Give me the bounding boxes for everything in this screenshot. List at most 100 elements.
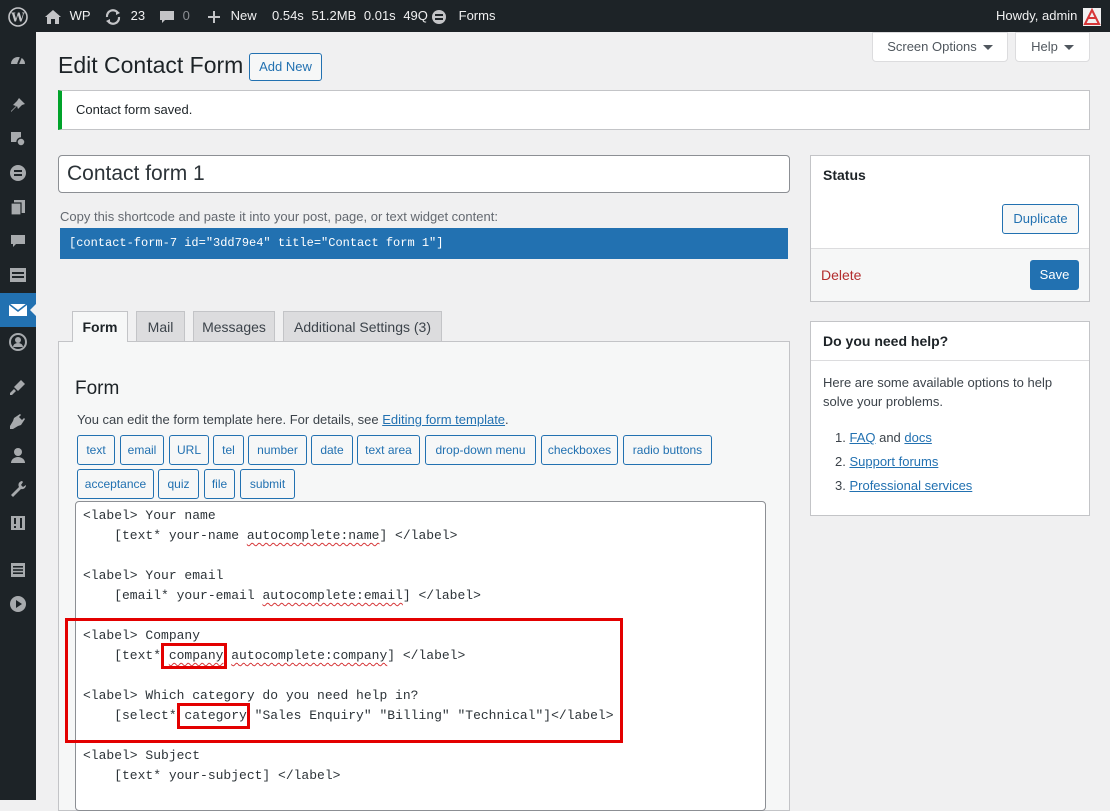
help-item-3: 3. Professional services	[835, 474, 972, 498]
help-label: Help	[1031, 39, 1058, 54]
profile-icon[interactable]	[0, 325, 36, 359]
screen-options-button[interactable]: Screen Options	[872, 32, 1008, 62]
editor-line: <label> Subject	[83, 748, 200, 763]
code-text: autocomplete:email	[262, 588, 403, 603]
annotation-box-company	[161, 643, 227, 669]
forms-menu-icon[interactable]	[0, 156, 36, 190]
tag-button-url[interactable]: URL	[169, 435, 209, 465]
tab-connector	[73, 340, 127, 343]
list-number: 3.	[835, 478, 846, 493]
code-text: [text* your-name	[83, 528, 247, 543]
professional-services-link[interactable]: Professional services	[849, 478, 972, 493]
form-heading: Form	[75, 378, 120, 399]
form-title-input[interactable]: Contact form 1	[58, 155, 790, 193]
help-heading: Do you need help?	[823, 333, 949, 349]
svg-text:W: W	[10, 10, 25, 24]
support-forums-link[interactable]: Support forums	[849, 454, 938, 469]
tab-form[interactable]: Form	[72, 311, 128, 343]
posts-icon[interactable]	[0, 88, 36, 122]
site-name: WP	[69, 8, 91, 23]
status-heading: Status	[823, 167, 866, 183]
docs-link[interactable]: docs	[904, 430, 931, 445]
tag-button-number[interactable]: number	[248, 435, 307, 465]
list-icon[interactable]	[0, 553, 36, 587]
editing-form-template-link[interactable]: Editing form template	[382, 412, 505, 427]
contact-icon[interactable]	[0, 293, 37, 327]
tag-button-acceptance[interactable]: acceptance	[77, 469, 154, 499]
comments-link[interactable]: 0	[159, 0, 190, 32]
help-button[interactable]: Help	[1015, 32, 1090, 62]
tools-icon[interactable]	[0, 472, 36, 506]
tag-button-textarea[interactable]: text area	[357, 435, 420, 465]
save-button[interactable]: Save	[1030, 260, 1079, 290]
tag-button-checkboxes[interactable]: checkboxes	[541, 435, 618, 465]
duplicate-button[interactable]: Duplicate	[1002, 204, 1079, 234]
form-description: You can edit the form template here. For…	[77, 412, 509, 427]
perf-query-time: 0.01s	[363, 8, 396, 23]
and-text: and	[875, 430, 905, 445]
tag-button-email[interactable]: email	[120, 435, 164, 465]
add-new-button[interactable]: Add New	[249, 53, 322, 81]
pages-icon[interactable]	[0, 190, 36, 224]
play-icon[interactable]	[0, 587, 36, 621]
updates-count: 23	[130, 8, 146, 23]
tag-button-submit[interactable]: submit	[240, 469, 295, 499]
settings-icon[interactable]	[0, 506, 36, 540]
editor-line: [email* your-email autocomplete:email] <…	[83, 588, 481, 603]
code-text: [text* your-subject] </label>	[83, 768, 341, 783]
appearance-icon[interactable]	[0, 370, 36, 404]
plugins-icon[interactable]	[0, 404, 36, 438]
query-monitor-link[interactable]: 0.54s 51.2MB 0.01s 49Q	[272, 0, 428, 32]
updates-link[interactable]: 23	[103, 0, 145, 32]
layout-icon[interactable]	[0, 258, 36, 292]
wordpress-logo-icon[interactable]: W	[8, 0, 28, 32]
comments-icon[interactable]	[0, 224, 36, 258]
tab-messages[interactable]: Messages	[193, 311, 275, 342]
new-content-link[interactable]: New	[207, 0, 257, 32]
tab-mail[interactable]: Mail	[136, 311, 185, 342]
status-actions: Delete Save	[811, 248, 1089, 301]
description-text: You can edit the form template here. For…	[77, 412, 383, 427]
help-list: 1. FAQ and docs 2. Support forums 3. Pro…	[835, 426, 972, 498]
help-divider	[811, 360, 1089, 361]
users-icon[interactable]	[0, 438, 36, 472]
editor-line: [text* your-subject] </label>	[83, 768, 340, 783]
description-suffix: .	[505, 412, 509, 427]
code-text: <label> Your email	[83, 568, 224, 583]
shortcode-field[interactable]: [contact-form-7 id="3dd79e4" title="Cont…	[60, 228, 788, 259]
tag-button-quiz[interactable]: quiz	[158, 469, 199, 499]
refresh-icon	[105, 8, 121, 25]
editor-line: <label> Your email	[83, 568, 223, 583]
perf-time: 0.54s	[272, 8, 304, 23]
faq-link[interactable]: FAQ	[849, 430, 875, 445]
code-text: <label> Subject	[83, 748, 201, 763]
code-text: [email* your-email	[83, 588, 263, 603]
site-name-link[interactable]: WP	[44, 0, 91, 32]
tab-additional-settings[interactable]: Additional Settings (3)	[283, 311, 442, 342]
tag-button-file[interactable]: file	[204, 469, 235, 499]
tag-button-tel[interactable]: tel	[213, 435, 244, 465]
success-notice: Contact form saved.	[58, 90, 1090, 130]
code-text: autocomplete:name	[246, 528, 380, 543]
help-box: Do you need help? Here are some availabl…	[810, 321, 1090, 516]
annotation-box	[65, 618, 623, 743]
page-title: Edit Contact Form	[58, 52, 244, 78]
tag-button-text[interactable]: text	[77, 435, 115, 465]
caret-down-icon	[982, 45, 993, 51]
tag-button-dropdown[interactable]: drop-down menu	[425, 435, 536, 465]
help-intro: Here are some available options to help …	[823, 375, 1053, 409]
help-item-2: 2. Support forums	[835, 450, 972, 474]
delete-link[interactable]: Delete	[821, 267, 861, 283]
dashboard-icon[interactable]	[0, 43, 36, 77]
perf-memory: 51.2MB	[311, 8, 357, 23]
media-icon[interactable]	[0, 122, 36, 156]
admin-bar: W WP 23 0 New 0.54s 51.2MB 0.01s 49Q For…	[0, 0, 1110, 32]
tag-button-date[interactable]: date	[311, 435, 353, 465]
help-item-1: 1. FAQ and docs	[835, 426, 972, 450]
tag-button-radio[interactable]: radio buttons	[623, 435, 712, 465]
forms-link[interactable]: Forms	[431, 0, 495, 32]
avatar[interactable]	[1083, 7, 1101, 26]
my-account-link[interactable]: Howdy, admin	[996, 0, 1077, 32]
plus-icon	[208, 10, 220, 23]
admin-menu	[0, 32, 37, 800]
